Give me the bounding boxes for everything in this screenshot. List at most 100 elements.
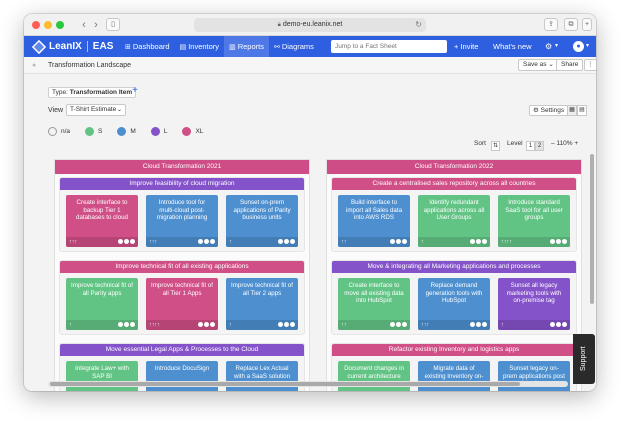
address-bar[interactable]: 🔒︎ demo-eu.leanix.net ↻	[194, 18, 426, 32]
priority-arrows-icon: ↑↑↑↑	[501, 239, 512, 245]
group-header[interactable]: Refactor existing Inventory and logistic…	[332, 344, 576, 356]
nav-diagrams[interactable]: ⚯ Diagrams	[269, 36, 319, 57]
transformation-card[interactable]: Introduce tool for multi-cloud post-migr…	[146, 195, 218, 247]
main-nav: ⊞ Dashboard ▤ Inventory ▥ Reports ⚯ Diagrams	[120, 36, 319, 57]
back-icon[interactable]: ‹	[78, 18, 90, 32]
user-avatar-icon[interactable]: ●	[573, 41, 584, 52]
transformation-card[interactable]: Create interface to backup Tier 1 databa…	[66, 195, 138, 247]
more-options-icon[interactable]: ⋮	[584, 59, 596, 71]
group-header[interactable]: Create a centralised sales repository ac…	[332, 178, 576, 190]
column-header[interactable]: Cloud Transformation 2021	[55, 160, 309, 174]
transformation-card[interactable]: Introduce standard SaaS tool for all use…	[498, 195, 570, 247]
leanix-logo[interactable]: LeanIX EAS	[31, 39, 114, 54]
status-dots-icon	[197, 320, 215, 330]
sidebar-icon[interactable]: ▯	[106, 18, 120, 31]
transformation-card[interactable]: Improve technical fit of all Tier 1 Apps…	[146, 278, 218, 330]
share-button[interactable]: Share	[556, 59, 584, 71]
legend-item: XL	[182, 127, 203, 136]
chevron-down-icon[interactable]: ▾	[555, 36, 558, 57]
type-filter-chip[interactable]: Type: Transformation Item	[48, 87, 137, 98]
status-dots-icon	[197, 237, 215, 247]
transformation-card[interactable]: Improve technical fit of all Tier 2 apps…	[226, 278, 298, 330]
scrollbar-thumb[interactable]	[50, 382, 520, 386]
card-title: Improve technical fit of all Tier 1 Apps	[151, 282, 213, 297]
browser-toolbar: ‹ › ▯ 🔒︎ demo-eu.leanix.net ↻ ⇪ ⧉ +	[24, 14, 596, 36]
card-footer: ↑	[498, 320, 570, 330]
status-dots-icon	[469, 237, 487, 247]
zoom-level: 110%	[556, 140, 573, 147]
transformation-card[interactable]: Improve technical fit of all Parity apps…	[66, 278, 138, 330]
card-title: Integrate Law+ with SAP BI	[75, 365, 129, 380]
card-title: Sunset on-prem applications of Parity bu…	[233, 199, 291, 221]
level-1-button[interactable]: 1	[526, 141, 535, 151]
zoom-out-button[interactable]: –	[551, 140, 555, 147]
transformation-card[interactable]: Build interface to import all Sales data…	[338, 195, 410, 247]
priority-arrows-icon: ↑	[501, 322, 504, 328]
group-header[interactable]: Move & integrating all Marketing applica…	[332, 261, 576, 273]
group-header[interactable]: Move essential Legal Apps & Processes to…	[60, 344, 304, 356]
priority-arrows-icon: ↑	[421, 239, 424, 245]
status-dots-icon	[469, 320, 487, 330]
transformation-card[interactable]: Sunset on-prem applications of Parity bu…	[226, 195, 298, 247]
support-button[interactable]: Support	[573, 334, 595, 384]
priority-arrows-icon: ↑	[69, 322, 72, 328]
legend-swatch	[182, 127, 192, 136]
share-page-icon[interactable]: ⇪	[544, 18, 558, 31]
new-tab-icon[interactable]: +	[582, 18, 592, 31]
horizontal-scrollbar[interactable]	[48, 381, 568, 387]
chevron-down-icon[interactable]: ▾	[586, 36, 589, 57]
card-title: Introduce tool for multi-cloud post-migr…	[156, 199, 208, 221]
url-text: demo-eu.leanix.net	[282, 21, 343, 28]
view-select[interactable]: T-Shirt Estimate ⌄	[66, 104, 126, 116]
nav-dashboard[interactable]: ⊞ Dashboard	[120, 36, 175, 57]
initiative-column: Cloud Transformation 2021 Improve feasibi…	[54, 159, 310, 391]
group-header[interactable]: Improve technical fit of all existing ap…	[60, 261, 304, 273]
maximize-window-button[interactable]	[56, 21, 64, 29]
zoom-control: – 110% +	[551, 140, 578, 147]
card-title: Improve technical fit of all Tier 2 apps	[231, 282, 293, 297]
vertical-scrollbar[interactable]	[590, 154, 594, 304]
transformation-card[interactable]: Identify redundant applications across a…	[418, 195, 490, 247]
column-header[interactable]: Cloud Transformation 2022	[327, 160, 581, 174]
close-window-button[interactable]	[32, 21, 40, 29]
card-title: Document changes in current architecture	[344, 365, 404, 380]
legend: n/a S M L XL	[48, 127, 211, 136]
card-title: Create interface to backup Tier 1 databa…	[76, 199, 128, 221]
leanix-logo-icon	[31, 39, 47, 54]
transformation-card[interactable]: Create interface to move all existing da…	[338, 278, 410, 330]
objective-group: Improve feasibility of cloud migration Cr…	[59, 177, 305, 252]
zoom-in-button[interactable]: +	[574, 140, 578, 147]
add-filter-icon[interactable]: +	[132, 85, 138, 96]
chart-view-icon[interactable]: ▦	[567, 105, 577, 116]
card-footer: ↑↑↑↑	[146, 320, 218, 330]
minimize-window-button[interactable]	[44, 21, 52, 29]
table-view-icon[interactable]: ▤	[577, 105, 587, 116]
forward-icon[interactable]: ›	[90, 18, 102, 32]
transformation-card[interactable]: Replace demand generation tools with Hub…	[418, 278, 490, 330]
nav-inventory[interactable]: ▤ Inventory	[175, 36, 224, 57]
priority-arrows-icon: ↑↑↑	[69, 239, 78, 245]
priority-arrows-icon: ↑↑↑↑	[149, 322, 160, 328]
workspace-name: EAS	[92, 41, 114, 52]
reload-icon[interactable]: ↻	[415, 18, 422, 32]
page-title: Transformation Landscape	[48, 62, 132, 69]
view-label: View	[48, 107, 64, 114]
whats-new-button[interactable]: What's new	[493, 36, 532, 57]
group-header[interactable]: Improve feasibility of cloud migration	[60, 178, 304, 190]
card-footer: ↑↑↑	[418, 320, 490, 330]
sort-icon[interactable]: ⇅	[491, 141, 500, 151]
gear-icon[interactable]: ⚙	[545, 36, 552, 57]
priority-arrows-icon: ↑↑↑	[149, 239, 158, 245]
favorite-icon[interactable]: ●	[32, 57, 36, 74]
priority-arrows-icon: ↑	[229, 322, 232, 328]
card-title: Introduce standard SaaS tool for all use…	[505, 199, 563, 221]
level-2-button[interactable]: 2	[535, 141, 544, 151]
settings-button[interactable]: ⚙ Settings	[529, 105, 569, 116]
transformation-card[interactable]: Sunset all legacy marketing tools with o…	[498, 278, 570, 330]
search-input[interactable]	[331, 40, 447, 53]
save-as-button[interactable]: Save as ⌄	[518, 59, 559, 71]
invite-button[interactable]: + Invite	[454, 36, 478, 57]
browser-window: ‹ › ▯ 🔒︎ demo-eu.leanix.net ↻ ⇪ ⧉ + LeanI…	[24, 14, 596, 391]
tabs-overview-icon[interactable]: ⧉	[564, 18, 578, 31]
nav-reports[interactable]: ▥ Reports	[224, 36, 269, 57]
